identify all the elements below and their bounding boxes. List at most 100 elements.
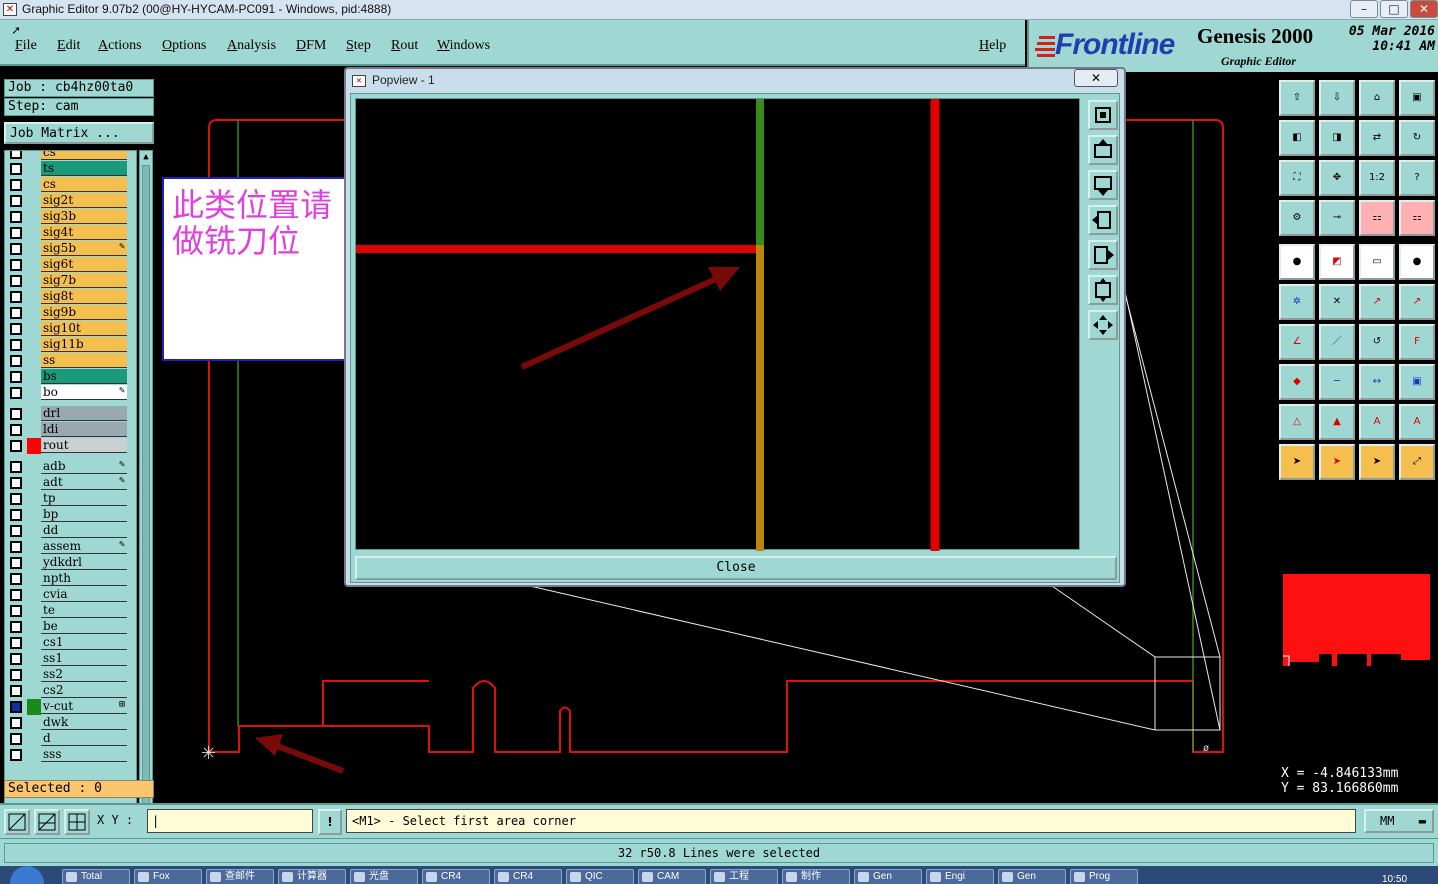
layer-checkbox[interactable] [10,525,22,537]
layer-checkbox[interactable] [10,151,22,159]
layer-checkbox[interactable] [10,355,22,367]
menu-dfm[interactable]: DFM [296,38,326,54]
pan-left-icon[interactable]: ◧ [1279,120,1315,156]
taskbar-item[interactable]: 查邮件 [206,869,274,884]
layer-checkbox[interactable] [10,179,22,191]
split-icon[interactable]: ─ [1319,364,1355,400]
measure-icon[interactable]: ⚙ [1279,200,1315,236]
layer-checkbox[interactable] [10,243,22,255]
select-polygon-icon[interactable]: ➤ [1359,444,1395,480]
copy-icon[interactable]: ↗ [1399,284,1435,320]
layer-color-swatch[interactable] [27,491,41,507]
layer-name[interactable]: ydkdrl [41,555,127,570]
layer-name[interactable]: tp [41,491,127,506]
layer-row-sig3b[interactable]: sig3b [5,209,127,225]
line-edit-icon[interactable]: ／ [1319,324,1355,360]
layer-row-assem[interactable]: assem ✎ [5,539,127,555]
pan-left-button[interactable] [1088,205,1118,235]
menu-file[interactable]: File [15,38,37,54]
layer-checkbox[interactable] [10,195,22,207]
layer-checkbox[interactable] [10,573,22,585]
layer-name[interactable]: sig11b [41,337,127,352]
layer-color-swatch[interactable] [27,587,41,603]
board-minimap[interactable] [1279,570,1434,670]
delete-icon[interactable]: ✕ [1319,284,1355,320]
layer-row-adt[interactable]: adt ✎ [5,475,127,491]
select-box-icon[interactable]: ➤ [1319,444,1355,480]
layer-row-ss[interactable]: ss [5,353,127,369]
layer-checkbox[interactable] [10,541,22,553]
menu-edit[interactable]: Edit [57,38,80,54]
layer-name[interactable]: ts [41,161,127,176]
layer-checkbox[interactable] [10,701,22,713]
layer-name[interactable]: cs2 [41,683,127,698]
xy-input[interactable]: | [147,809,313,833]
layer-checkbox[interactable] [10,717,22,729]
layer-color-swatch[interactable] [27,731,41,747]
layer-name[interactable]: te [41,603,127,618]
layer-color-swatch[interactable] [27,603,41,619]
menu-step[interactable]: Step [346,38,371,54]
layer-checkbox[interactable] [10,440,22,452]
layer-name[interactable]: sig9b [41,305,127,320]
zoom-reset-icon[interactable]: ⇄ [1359,120,1395,156]
taskbar-item[interactable]: CR4 [494,869,562,884]
layer-color-swatch[interactable] [27,257,41,273]
zoom-window-icon[interactable]: ▣ [1399,80,1435,116]
snap-icon[interactable]: ◆ [1279,364,1315,400]
layer-color-swatch[interactable] [27,459,41,475]
layer-row-ldi[interactable]: ldi [5,422,127,438]
layer-row-cs2[interactable]: cs2 [5,683,127,699]
menu-actions[interactable]: Actions [98,38,142,54]
layer-color-swatch[interactable] [27,369,41,385]
resize-icon[interactable]: ↔ [1359,364,1395,400]
layer-row-sig2t[interactable]: sig2t [5,193,127,209]
layer-color-swatch[interactable] [27,438,41,454]
arc-icon[interactable]: ↺ [1359,324,1395,360]
layer-color-swatch[interactable] [27,619,41,635]
layer-color-swatch[interactable] [27,289,41,305]
taskbar-item[interactable]: Fox [134,869,202,884]
layer-row-sig6t[interactable]: sig6t [5,257,127,273]
popview-canvas[interactable] [355,98,1080,551]
net-icon[interactable]: ✲ [1279,284,1315,320]
layer-row-bo[interactable]: bo ✎ [5,385,127,401]
layer-color-swatch[interactable] [27,475,41,491]
layer-name[interactable]: ss [41,353,127,368]
layer-color-swatch[interactable] [27,571,41,587]
layer-name[interactable]: sig7b [41,273,127,288]
start-button[interactable] [10,866,44,884]
layer-name[interactable]: assem [41,539,127,554]
taskbar-item[interactable]: CAM [638,869,706,884]
layer-checkbox[interactable] [10,637,22,649]
redraw-icon[interactable]: ↻ [1399,120,1435,156]
layer-name[interactable]: bs [41,369,127,384]
layer-color-swatch[interactable] [27,747,41,763]
key-icon[interactable]: ⊸ [1319,200,1355,236]
layer-name[interactable]: dd [41,523,127,538]
layer-color-swatch[interactable] [27,273,41,289]
layer-color-swatch[interactable] [27,241,41,257]
one-to-two-icon[interactable]: 1:2 [1359,160,1395,196]
layer-checkbox[interactable] [10,339,22,351]
warning-button[interactable]: ! [318,809,342,835]
layer-name[interactable]: sig10t [41,321,127,336]
layer-name[interactable]: sig2t [41,193,127,208]
layer-name[interactable]: ss2 [41,667,127,682]
layer-color-swatch[interactable] [27,406,41,422]
layer-color-swatch[interactable] [27,651,41,667]
pan-up-button[interactable] [1088,135,1118,165]
taskbar-item[interactable]: Prog [1070,869,1138,884]
layer-row-tp[interactable]: tp [5,491,127,507]
taskbar-item[interactable]: 计算器 [278,869,346,884]
help-icon[interactable]: ? [1399,160,1435,196]
layer-checkbox[interactable] [10,509,22,521]
layer-row-bs[interactable]: bs [5,369,127,385]
layer-row-adb[interactable]: adb ✎ [5,459,127,475]
angle-icon[interactable]: ∠ [1279,324,1315,360]
grid-mode-button[interactable] [64,809,90,835]
pan-down-button[interactable] [1088,170,1118,200]
menu-options[interactable]: Options [162,38,206,54]
layer-checkbox[interactable] [10,163,22,175]
layer-checkbox[interactable] [10,733,22,745]
